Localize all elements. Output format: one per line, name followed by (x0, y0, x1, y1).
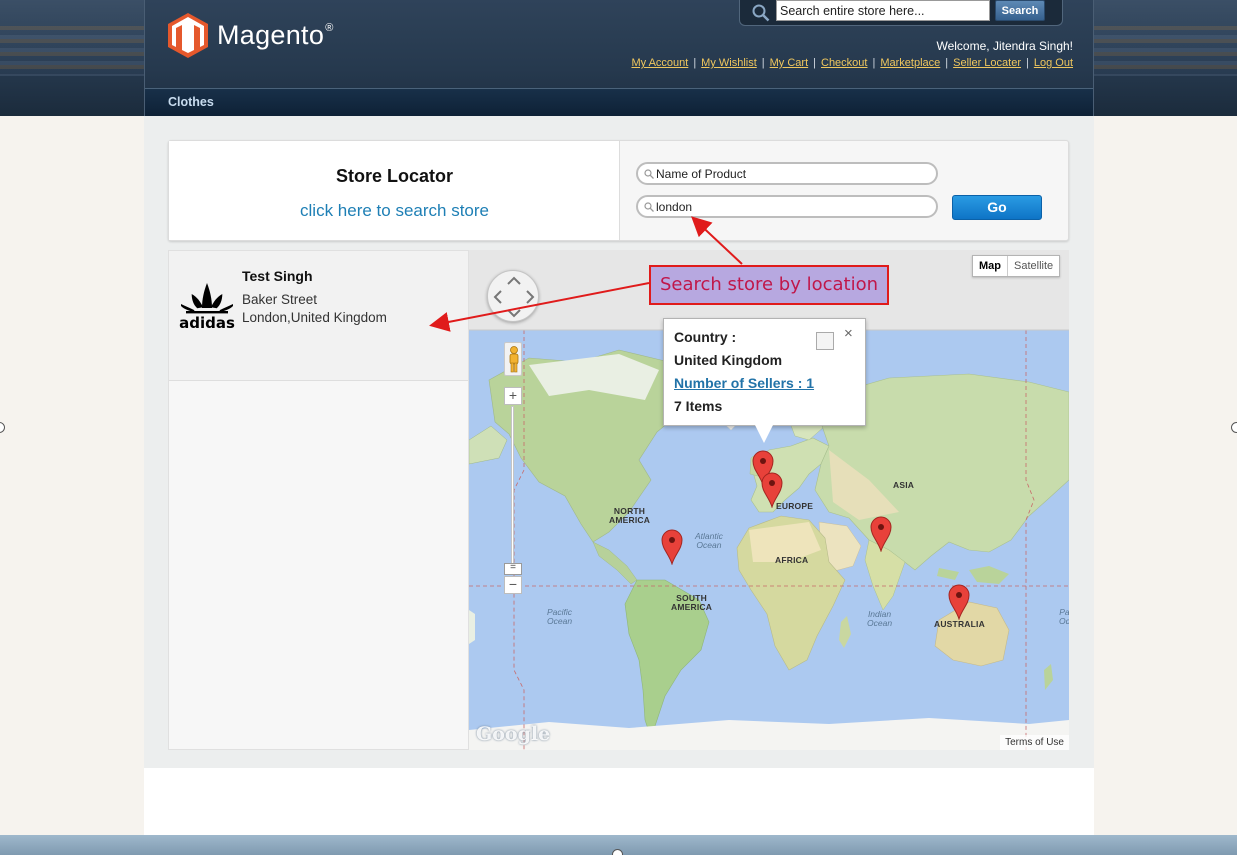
search-input[interactable] (776, 0, 990, 21)
terms-of-use-link[interactable]: Terms of Use (1000, 735, 1069, 750)
map-label-south-america: SOUTH AMERICA (671, 593, 713, 612)
main-content: Store Locator click here to search store… (144, 116, 1094, 835)
adidas-logo-text: adidas (179, 314, 235, 331)
map-marker-icon[interactable] (948, 584, 970, 620)
info-country-label: Country : (674, 329, 737, 345)
map-label-africa: AFRICA (775, 555, 809, 565)
link-checkout[interactable]: Checkout (821, 57, 867, 69)
search-icon (644, 169, 654, 179)
map-label-indian: Indian Ocean (867, 609, 893, 628)
map-pan-control[interactable] (487, 270, 539, 322)
link-separator: | (872, 57, 876, 69)
seller-city: London,United Kingdom (242, 310, 387, 325)
locator-title-area: Store Locator click here to search store (169, 141, 620, 240)
map-marker-icon[interactable] (761, 472, 783, 508)
seller-name: Test Singh (242, 268, 313, 284)
resize-handle-left[interactable] (0, 422, 5, 433)
search-store-link[interactable]: click here to search store (169, 201, 620, 221)
seller-street: Baker Street (242, 292, 318, 307)
welcome-message: Welcome, Jitendra Singh! (936, 39, 1073, 53)
link-separator: | (945, 57, 949, 69)
adidas-logo: adidas (179, 283, 235, 331)
map-label-north-america: NORTH AMERICA (609, 506, 651, 525)
close-icon[interactable]: × (844, 326, 853, 341)
pegman-icon (509, 346, 519, 373)
category-nav: Clothes (145, 88, 1093, 116)
search-icon (752, 4, 770, 22)
map-label-pacific-right: Pa Oc (1059, 607, 1069, 626)
info-window-tail (755, 425, 773, 443)
nav-item-clothes[interactable]: Clothes (168, 95, 214, 109)
product-name-input[interactable]: Name of Product (636, 162, 938, 185)
link-marketplace[interactable]: Marketplace (880, 57, 940, 69)
link-my-wishlist[interactable]: My Wishlist (701, 57, 757, 69)
account-links: My Account | My Wishlist | My Cart | Checkout |… (631, 57, 1073, 69)
info-country-value: United Kingdom (674, 352, 783, 368)
resize-handle-right[interactable] (1231, 422, 1237, 433)
product-input-placeholder: Name of Product (656, 167, 747, 181)
map-marker-icon[interactable] (870, 516, 892, 552)
location-input-value: london (656, 200, 693, 214)
logo-text: Magento® (217, 19, 334, 50)
zoom-in-button[interactable]: + (504, 387, 522, 405)
zoom-out-button[interactable]: − (504, 576, 522, 594)
store-search: Search (739, 0, 1063, 26)
results-list: adidas Test Singh Baker Street London,Un… (168, 250, 469, 750)
search-button[interactable]: Search (995, 0, 1045, 21)
map-type-map-button[interactable]: Map (973, 256, 1008, 276)
map-info-window: Country : United Kingdom Number of Selle… (663, 318, 866, 426)
map-marker-icon[interactable] (661, 529, 683, 565)
link-separator: | (1026, 57, 1029, 69)
store-locator-panel: Store Locator click here to search store… (168, 140, 1069, 241)
link-separator: | (813, 57, 816, 69)
link-separator: | (693, 57, 697, 69)
zoom-slider-thumb[interactable]: = (504, 563, 522, 575)
site-header: Magento® Search Welcome, Jitendra Singh!… (144, 0, 1094, 116)
annotation-callout: Search store by location (649, 265, 889, 305)
resize-handle-bottom[interactable] (612, 849, 623, 855)
broken-image-icon (816, 332, 834, 350)
page-title: Store Locator (335, 166, 454, 186)
link-seller-locater[interactable]: Seller Locater (953, 57, 1021, 69)
magento-logo[interactable]: Magento® (167, 12, 334, 58)
link-log-out[interactable]: Log Out (1034, 57, 1073, 69)
search-icon (644, 202, 654, 212)
map-label-pacific: Pacific Ocean (547, 607, 573, 626)
store-map[interactable]: NORTH AMERICA Atlantic Ocean EUROPE ASIA A… (469, 250, 1069, 750)
link-my-cart[interactable]: My Cart (770, 57, 809, 69)
pan-arrows-icon (493, 276, 535, 318)
map-type-satellite-button[interactable]: Satellite (1008, 256, 1059, 276)
map-type-toggle: Map Satellite (972, 255, 1061, 277)
map-label-asia: ASIA (893, 480, 915, 490)
info-items-count: 7 Items (674, 398, 723, 414)
link-separator: | (761, 57, 765, 69)
magento-logo-icon (168, 13, 208, 58)
map-label-australia: AUSTRALIA (934, 619, 985, 629)
go-button[interactable]: Go (952, 195, 1042, 220)
zoom-slider-track[interactable] (511, 406, 514, 566)
list-item[interactable]: adidas Test Singh Baker Street London,Un… (169, 251, 468, 381)
google-logo[interactable]: Google (476, 723, 550, 745)
location-input[interactable]: london (636, 195, 938, 218)
map-label-atlantic: Atlantic Ocean (695, 531, 723, 550)
info-sellers-link[interactable]: Number of Sellers : 1 (674, 375, 814, 391)
link-my-account[interactable]: My Account (631, 57, 688, 69)
street-view-pegman[interactable] (504, 342, 522, 376)
